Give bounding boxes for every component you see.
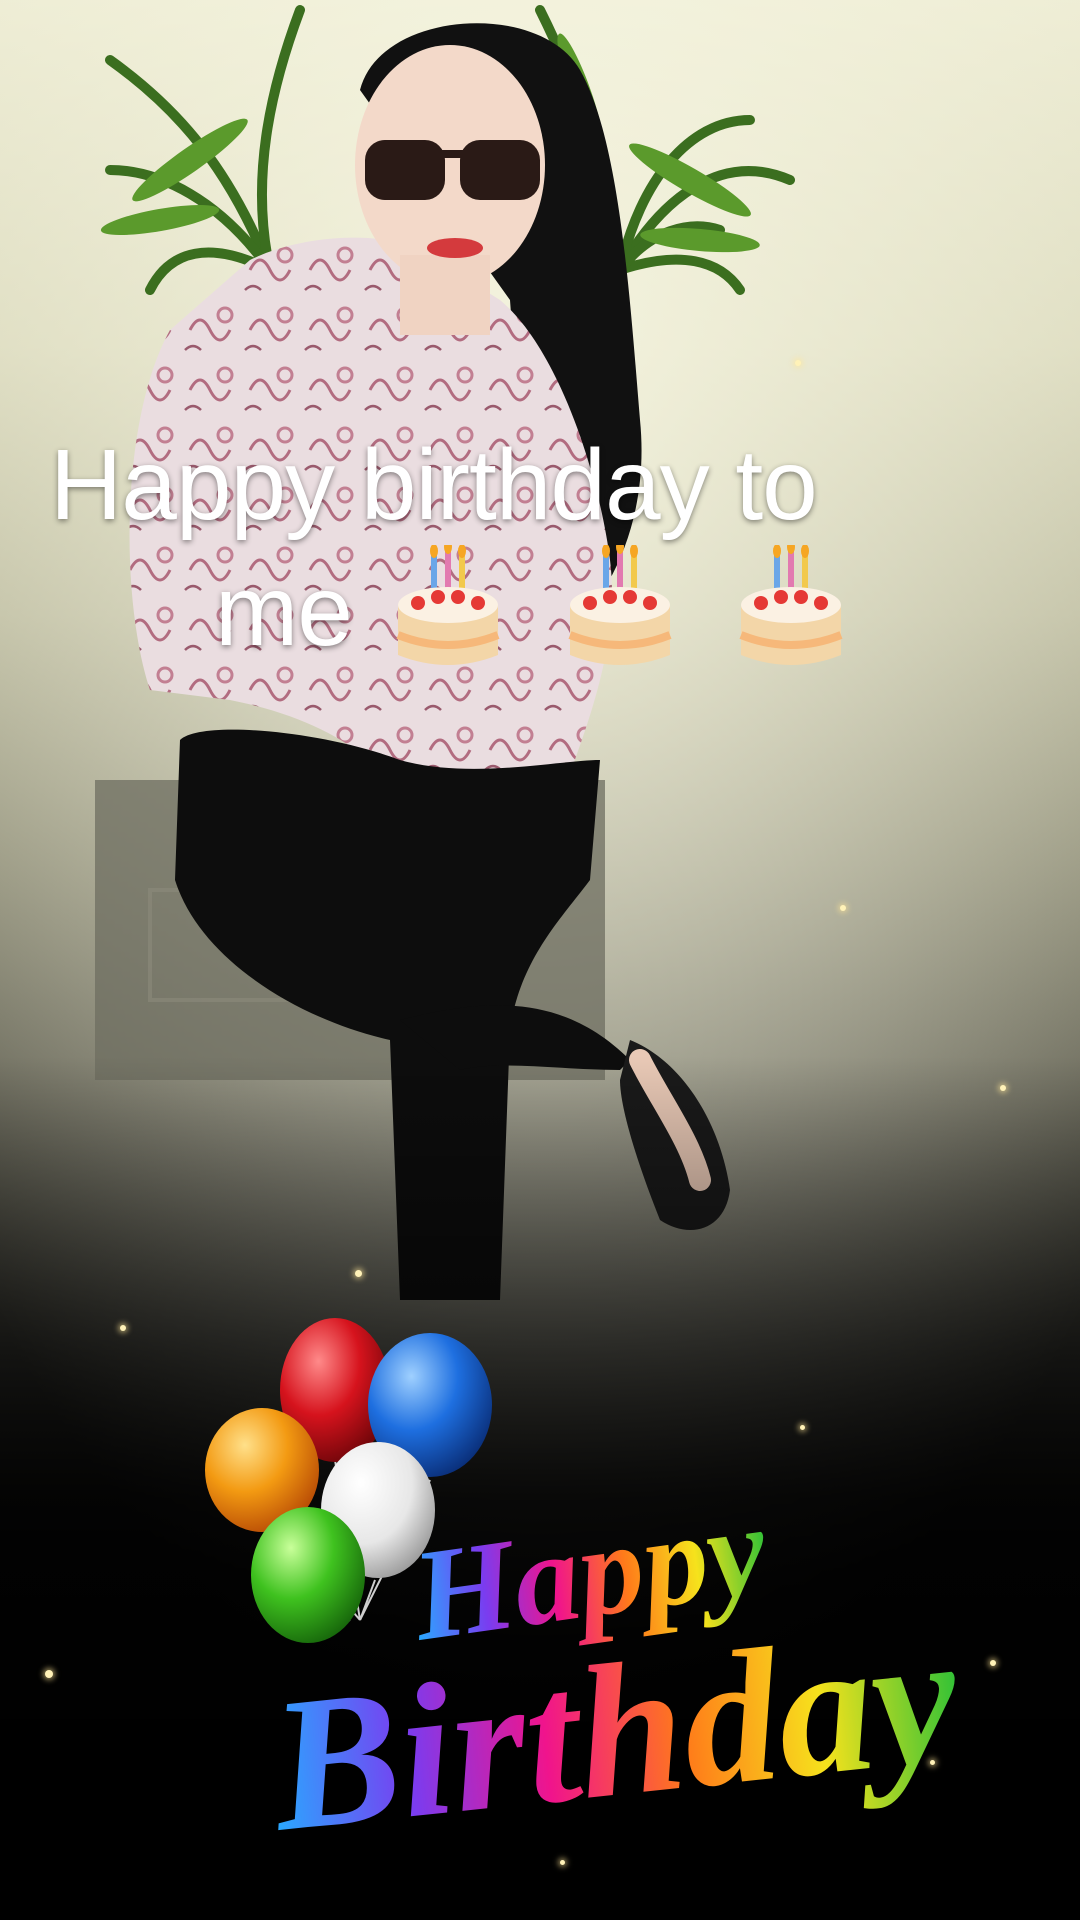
greeting-birthday: Birthday: [260, 1591, 967, 1872]
video-frame: Happy birthday to me Happy Birthday: [0, 0, 1080, 1920]
birthday-sticker: Happy Birthday: [205, 1318, 968, 1872]
